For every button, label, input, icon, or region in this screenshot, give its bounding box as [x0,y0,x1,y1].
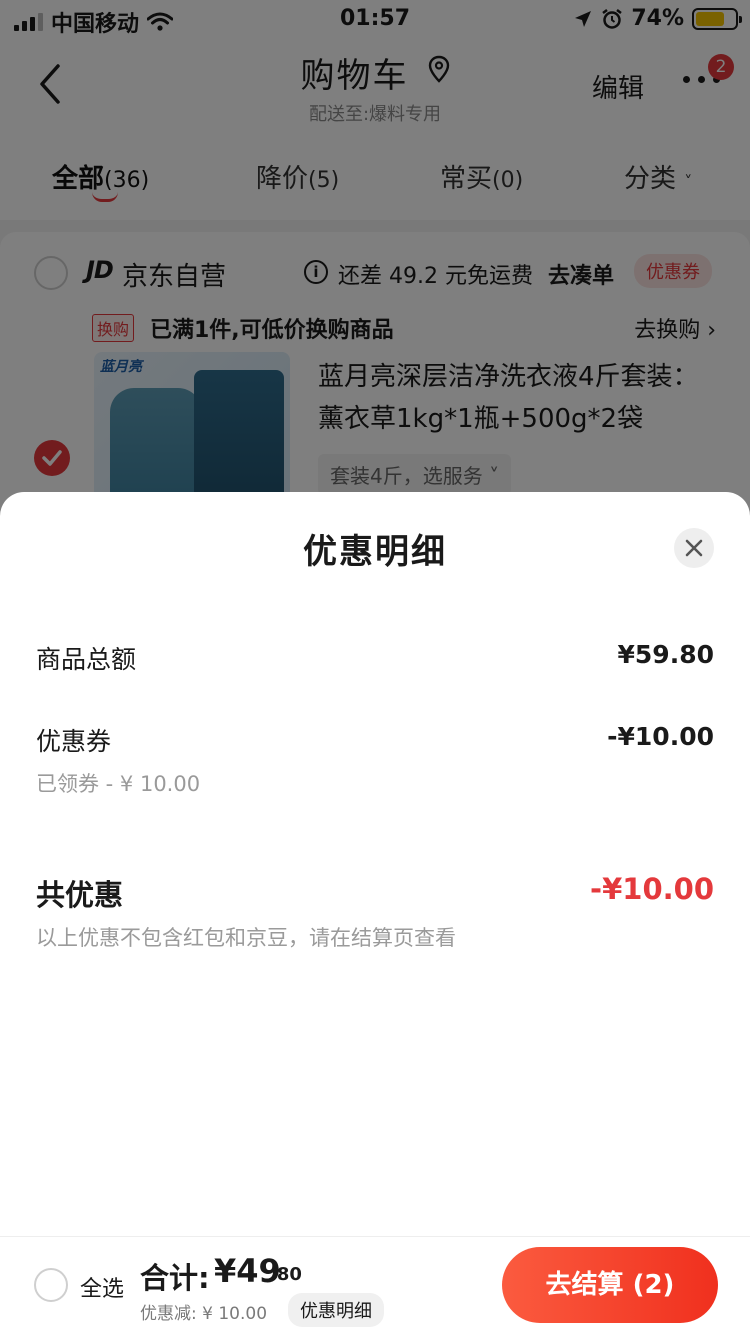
total-discount-label: 共优惠 [36,878,124,912]
discount-summary: 优惠减: ¥ 10.00 [140,1304,268,1324]
discount-detail-sheet: 优惠明细 商品总额 ¥59.80 优惠券 -¥10.00 已领券 - ¥ 10.… [0,492,750,1334]
discount-detail-button[interactable]: 优惠明细 [288,1293,384,1327]
coupon-label: 优惠券 [36,727,112,756]
checkout-button[interactable]: 去结算 (2) [502,1247,718,1323]
select-all-radio[interactable] [34,1268,68,1302]
goods-total-label: 商品总额 [36,645,137,674]
select-all-label[interactable]: 全选 [80,1271,124,1303]
goods-total-value: ¥59.80 [617,640,714,669]
coupon-claimed-note: 已领券 - ¥ 10.00 [36,772,201,796]
coupon-value: -¥10.00 [607,722,714,751]
discount-disclaimer: 以上优惠不包含红包和京豆，请在结算页查看 [36,926,456,950]
checkout-bar: 全选 合计: ¥49 .80 优惠减: ¥ 10.00 优惠明细 去结算 (2) [0,1236,750,1334]
close-button[interactable] [674,528,714,568]
close-icon [685,539,703,557]
total-discount-value: -¥10.00 [590,872,714,906]
total-price-decimal: .80 [270,1264,302,1285]
total-label: 合计: [140,1261,210,1295]
sheet-title: 优惠明细 [303,532,447,572]
